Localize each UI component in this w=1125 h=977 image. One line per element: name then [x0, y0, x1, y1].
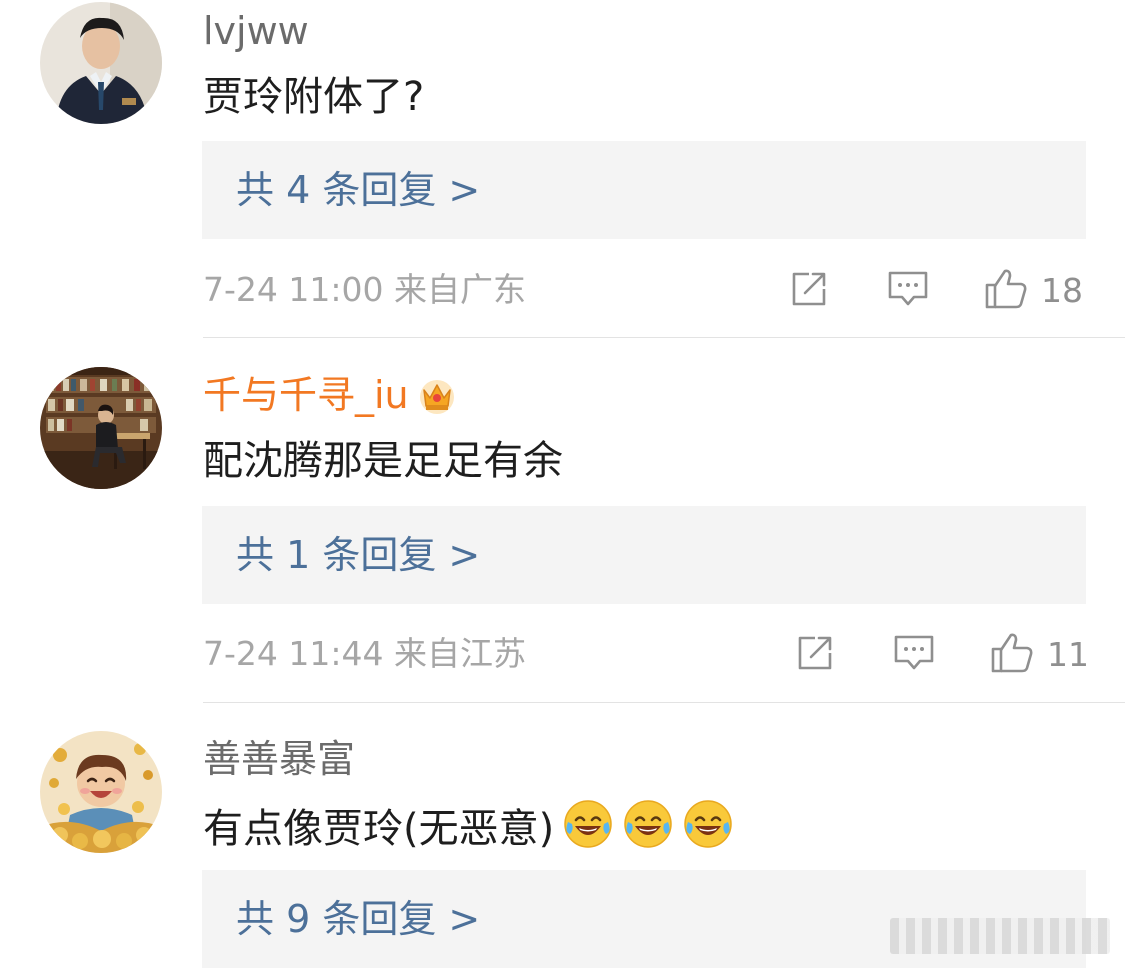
like-count: 11: [1047, 635, 1089, 674]
share-icon: [795, 633, 837, 677]
comment-text: 贾玲附体了?: [203, 74, 425, 120]
comment-text-body: 有点像贾玲(无恶意): [203, 806, 555, 852]
comment-meta: 7-24 11:00 来自广东: [203, 270, 526, 309]
like-icon: [989, 631, 1035, 679]
comment-button[interactable]: [892, 633, 936, 677]
avatar[interactable]: [40, 367, 162, 489]
comment-icon: [886, 269, 930, 313]
laugh-cry-emoji: [622, 798, 674, 862]
username[interactable]: 善善暴富: [203, 736, 355, 782]
reply-count-link[interactable]: 共 9 条回复 >: [236, 894, 480, 944]
comment-text: 配沈腾那是足足有余: [203, 438, 563, 484]
username[interactable]: 千与千寻_iu: [203, 372, 457, 424]
crown-icon: [417, 376, 457, 424]
comment-text: 有点像贾玲(无恶意): [203, 798, 734, 862]
like-count: 18: [1041, 271, 1083, 310]
avatar[interactable]: [40, 2, 162, 124]
laugh-cry-emoji: [682, 798, 734, 862]
like-button[interactable]: 11: [989, 631, 1089, 679]
share-button[interactable]: [789, 269, 831, 313]
username[interactable]: lvjww: [203, 8, 309, 54]
like-icon: [983, 267, 1029, 315]
comment-button[interactable]: [886, 269, 930, 313]
reply-count-link[interactable]: 共 4 条回复 >: [236, 165, 480, 215]
comment-item: lvjww 贾玲附体了? 共 4 条回复 > 7-24 11:00 来自广东 1…: [0, 0, 1125, 340]
share-button[interactable]: [795, 633, 837, 677]
share-icon: [789, 269, 831, 313]
like-button[interactable]: 18: [983, 267, 1083, 315]
reply-box[interactable]: 共 4 条回复 >: [202, 141, 1086, 239]
avatar[interactable]: [40, 731, 162, 853]
reply-box[interactable]: 共 1 条回复 >: [202, 506, 1086, 604]
divider: [203, 337, 1125, 338]
laugh-cry-emoji: [562, 798, 614, 862]
comment-meta: 7-24 11:44 来自江苏: [203, 634, 526, 673]
username-text: 千与千寻_iu: [203, 373, 409, 417]
comment-item: 千与千寻_iu 配沈腾那是足足有余 共 1 条回复 > 7-24 11:44 来…: [0, 340, 1125, 705]
comment-icon: [892, 633, 936, 677]
reply-count-link[interactable]: 共 1 条回复 >: [236, 530, 480, 580]
watermark: [890, 918, 1110, 954]
divider: [203, 702, 1125, 703]
